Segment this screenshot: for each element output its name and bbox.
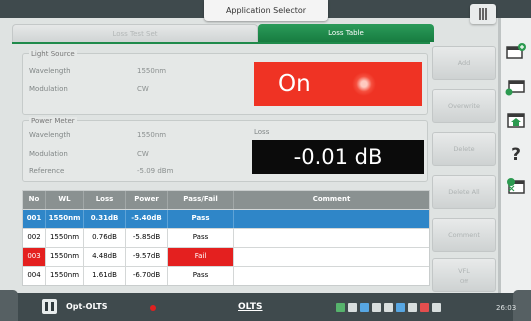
table-row[interactable]: 003 1550nm 4.48dB -9.57dB Fail: [23, 247, 429, 266]
power-meter-title: Power Meter: [29, 117, 77, 125]
application-icon[interactable]: [42, 299, 57, 314]
header-wl[interactable]: WL: [45, 191, 83, 209]
pm-modulation-value: CW: [137, 150, 149, 158]
ls-modulation-label: Modulation: [29, 85, 68, 93]
grip-icon: [479, 8, 487, 20]
row-no: 004: [27, 271, 41, 279]
clock: 26:03: [496, 304, 517, 312]
status-icons: [336, 303, 441, 315]
settings-file-icon[interactable]: [505, 177, 527, 195]
light-source-title: Light Source: [29, 50, 77, 58]
tab-loss-table[interactable]: Loss Table: [258, 24, 434, 42]
mode-label[interactable]: OLTS: [238, 302, 263, 312]
row-no: 003: [23, 248, 45, 266]
row-loss: 0.31dB: [83, 210, 125, 228]
vfl-button[interactable]: VFL Off: [432, 258, 496, 292]
alert-icon: [420, 303, 429, 312]
home-icon[interactable]: [505, 112, 527, 130]
loss-readout: -0.01 dB: [252, 140, 424, 174]
export-file-icon[interactable]: [505, 78, 527, 96]
pm-wavelength-label: Wavelength: [29, 131, 71, 139]
speaker-icon: [432, 303, 441, 312]
ls-wavelength-value: 1550nm: [137, 67, 167, 75]
display-icon: [396, 303, 405, 312]
laser-glow-icon: [352, 72, 376, 96]
row-pass-fail: Pass: [167, 229, 233, 247]
row-comment: [233, 267, 429, 285]
svg-text:?: ?: [511, 145, 521, 162]
row-wl: 1550nm: [45, 267, 83, 285]
wifi-icon: [360, 303, 369, 312]
help-icon[interactable]: ?: [505, 144, 527, 162]
row-wl: 1550nm: [45, 210, 83, 228]
pm-reference-value: -5.09 dBm: [137, 167, 174, 175]
add-file-icon[interactable]: [505, 42, 527, 60]
light-source-on-button[interactable]: On: [254, 62, 422, 106]
row-power: -9.57dB: [125, 248, 167, 266]
screen-icon: [348, 303, 357, 312]
network-icon: [372, 303, 381, 312]
side-panel-handle[interactable]: [470, 4, 496, 24]
table-row[interactable]: 004 1550nm 1.61dB -6.70dB Pass: [23, 266, 429, 285]
ls-modulation-value: CW: [137, 85, 149, 93]
table-row[interactable]: 001 1550nm 0.31dB -5.40dB Pass: [23, 209, 429, 228]
header-pass-fail[interactable]: Pass/Fail: [167, 191, 233, 209]
pm-modulation-label: Modulation: [29, 150, 68, 158]
recording-indicator-icon: [150, 305, 156, 311]
row-comment: [233, 248, 429, 266]
row-pass-fail: Pass: [167, 267, 233, 285]
header-comment[interactable]: Comment: [233, 191, 429, 209]
row-loss: 4.48dB: [83, 248, 125, 266]
header-no[interactable]: No: [23, 191, 45, 209]
row-pass-fail: Pass: [167, 210, 233, 228]
delete-all-button[interactable]: Delete All: [432, 175, 496, 209]
loss-label: Loss: [254, 128, 270, 136]
row-power: -5.40dB: [125, 210, 167, 228]
pm-wavelength-value: 1550nm: [137, 131, 167, 139]
row-wl: 1550nm: [45, 248, 83, 266]
row-no: 002: [27, 233, 41, 241]
row-wl: 1550nm: [45, 229, 83, 247]
table-header: No WL Loss Power Pass/Fail Comment: [23, 191, 429, 209]
device-screen: Application Selector Loss Test Set Loss …: [0, 0, 531, 321]
pm-reference-label: Reference: [29, 167, 65, 175]
row-power: -6.70dB: [125, 267, 167, 285]
overwrite-button[interactable]: Overwrite: [432, 89, 496, 123]
row-comment: [233, 210, 429, 228]
row-power: -5.85dB: [125, 229, 167, 247]
tab-loss-test-set[interactable]: Loss Test Set: [12, 24, 258, 43]
app-name: Opt-OLTS: [66, 302, 108, 311]
row-no: 001: [26, 214, 42, 222]
header-loss[interactable]: Loss: [83, 191, 125, 209]
tab-underline: [12, 42, 430, 44]
light-source-state: On: [278, 71, 311, 97]
battery-icon: [336, 303, 345, 312]
delete-button[interactable]: Delete: [432, 132, 496, 166]
row-loss: 1.61dB: [83, 267, 125, 285]
left-edge-tab[interactable]: [0, 290, 18, 321]
vfl-label: VFL: [458, 267, 470, 275]
application-selector[interactable]: Application Selector: [204, 0, 328, 21]
ls-wavelength-label: Wavelength: [29, 67, 71, 75]
row-comment: [233, 229, 429, 247]
row-pass-fail: Fail: [167, 248, 233, 266]
tab-bar: Loss Test Set Loss Table: [12, 24, 498, 43]
table-row[interactable]: 002 1550nm 0.76dB -5.85dB Pass: [23, 228, 429, 247]
comment-button[interactable]: Comment: [432, 218, 496, 252]
voltage-icon: [384, 303, 393, 312]
loss-table: No WL Loss Power Pass/Fail Comment 001 1…: [22, 190, 430, 286]
add-button[interactable]: Add: [432, 46, 496, 80]
user-icon: [408, 303, 417, 312]
row-loss: 0.76dB: [83, 229, 125, 247]
vfl-state: Off: [459, 279, 469, 285]
header-power[interactable]: Power: [125, 191, 167, 209]
